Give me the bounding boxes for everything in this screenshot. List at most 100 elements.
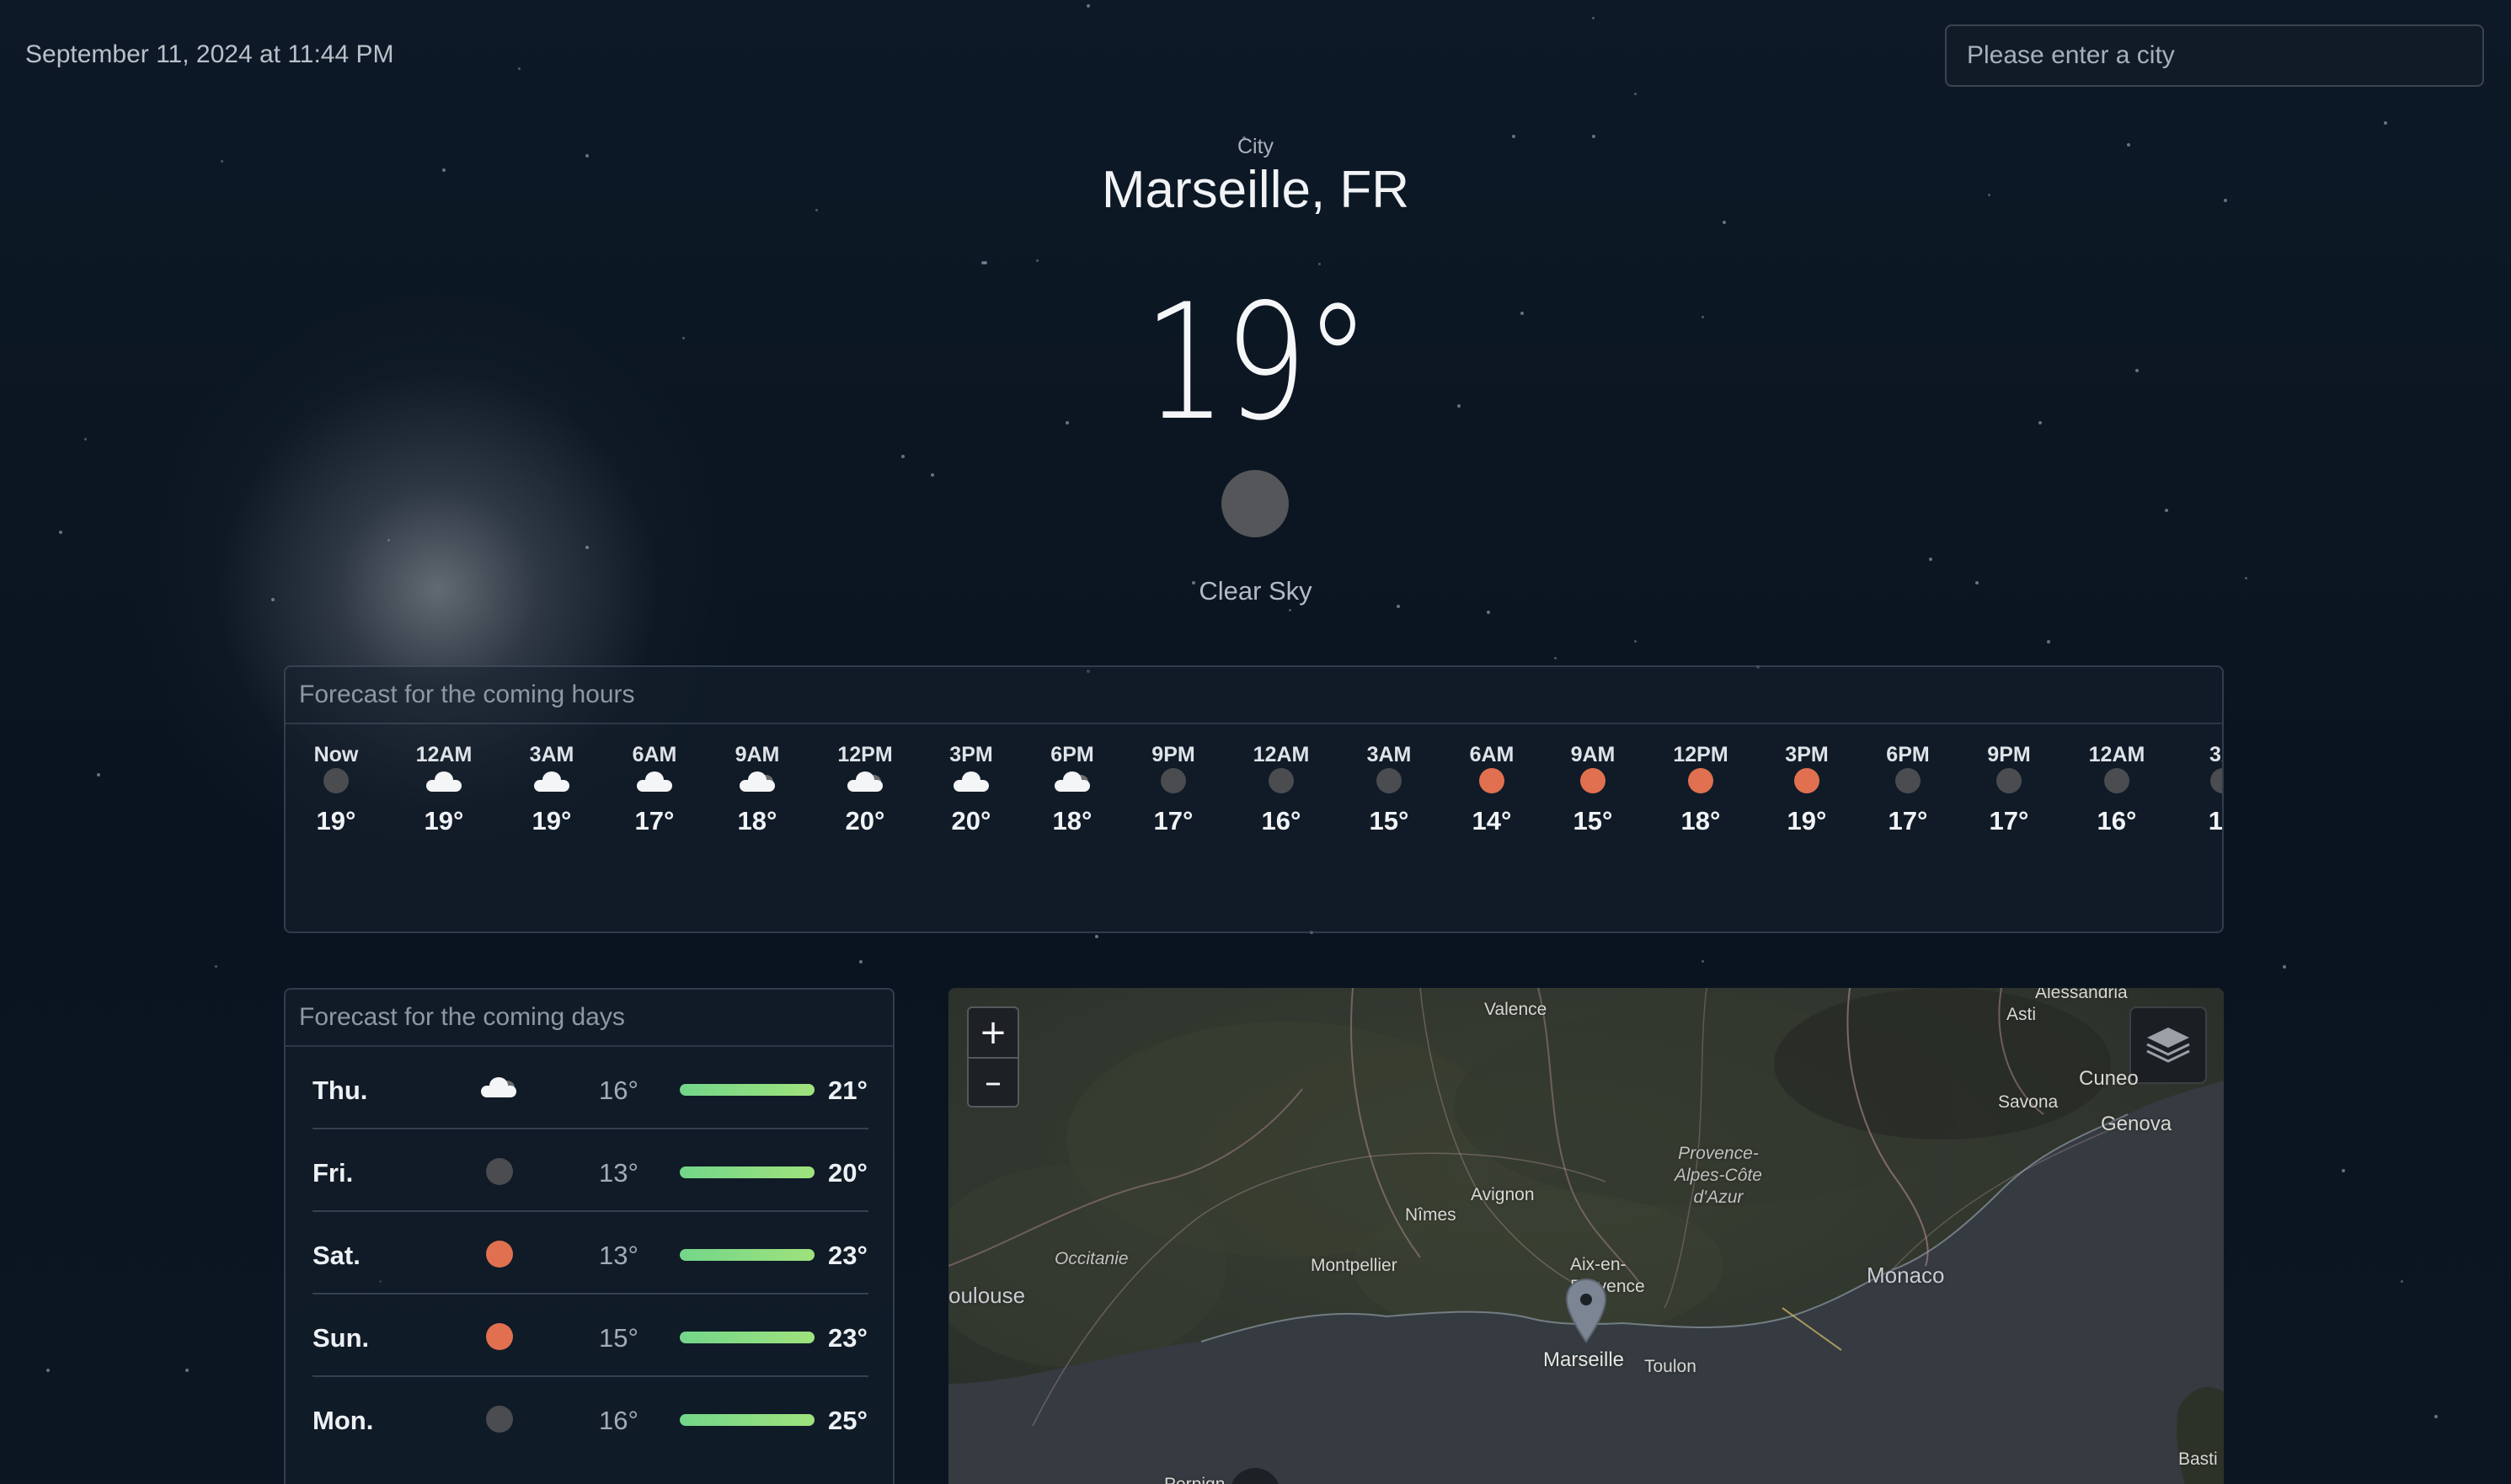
hourly-temp: 19°: [1787, 806, 1827, 835]
hourly-time: 6PM: [1050, 743, 1094, 766]
hourly-time: 3AM: [1366, 743, 1412, 766]
hourly-temp: 16°: [1261, 806, 1301, 835]
map-label-valence: Valence: [1484, 1000, 1547, 1019]
star: [46, 1369, 50, 1372]
hourly-temp: 14°: [1472, 806, 1512, 835]
hourly-time: 3PM: [1785, 743, 1829, 766]
star: [59, 531, 62, 534]
hourly-temp: 17°: [1989, 806, 2029, 835]
star: [215, 965, 217, 968]
star: [1592, 17, 1595, 19]
map-label-alessandria: Alessandria: [2035, 988, 2128, 1002]
hourly-time: 6AM: [1469, 743, 1515, 766]
moon-icon: [481, 1406, 515, 1433]
hourly-temp: 16°: [2097, 806, 2137, 835]
moon-icon: [1161, 768, 1186, 793]
zoom-out-button[interactable]: –: [969, 1057, 1018, 1106]
star: [518, 67, 521, 70]
star: [1487, 611, 1490, 614]
moon-icon: [1269, 768, 1294, 793]
cloud-icon: [740, 768, 775, 793]
day-name: Sun.: [313, 1323, 370, 1353]
star: [1702, 960, 1704, 963]
map-label-montpellier: Montpellier: [1311, 1256, 1397, 1275]
star: [1087, 4, 1090, 8]
daily-row: Fri. 13° 20°: [313, 1129, 868, 1212]
star: [2342, 1169, 2345, 1172]
day-name: Sat.: [313, 1241, 361, 1270]
map-label-cuneo: Cuneo: [2079, 1067, 2139, 1090]
star: [2165, 509, 2168, 512]
moon-icon: [323, 768, 349, 793]
temp-range-bar: [680, 1332, 815, 1343]
temp-range-bar: [680, 1084, 815, 1096]
hourly-time: 9PM: [1151, 743, 1195, 766]
star: [97, 773, 100, 777]
cloud-icon: [1055, 768, 1090, 793]
hourly-time: 9AM: [735, 743, 780, 766]
daily-row: Mon. 16° 25°: [313, 1377, 868, 1460]
daily-forecast-panel: Forecast for the coming days Thu. 16° 21° F…: [284, 988, 895, 1484]
marker-label: Marseille: [1543, 1348, 1625, 1371]
day-high-temp: 23°: [828, 1241, 868, 1270]
layers-button[interactable]: [2129, 1006, 2207, 1084]
cloud-icon: [426, 768, 462, 793]
map-label-provence: Provence- Alpes-Côte d'Azur: [1675, 1144, 1762, 1207]
star: [2401, 1280, 2403, 1283]
location-marker[interactable]: [1565, 1278, 1607, 1345]
sun-icon: [1479, 768, 1504, 793]
zoom-in-button[interactable]: +: [969, 1008, 1018, 1057]
zoom-control[interactable]: + –: [967, 1006, 1019, 1108]
star: [185, 1369, 189, 1372]
map-tiles[interactable]: [948, 988, 2224, 1484]
map-label-toulouse: oulouse: [948, 1283, 1026, 1308]
hourly-temp: 15°: [1369, 806, 1409, 835]
cloud-icon: [954, 768, 989, 793]
weather-map[interactable]: + – Valence Asti Alessandria Cuneo Savon…: [948, 988, 2224, 1484]
hourly-forecast-panel[interactable]: Forecast for the coming hours Now 19° 12AM…: [284, 665, 2224, 933]
temp-range-bar: [680, 1166, 815, 1178]
star: [585, 546, 589, 549]
day-high-temp: 21°: [828, 1076, 868, 1105]
map-label-asti: Asti: [2006, 1005, 2037, 1024]
day-high-temp: 25°: [828, 1406, 868, 1435]
star: [2434, 1415, 2438, 1418]
daily-row: Sat. 13° 23°: [313, 1212, 868, 1294]
star: [1554, 657, 1557, 659]
temp-range-bar: [680, 1414, 815, 1426]
hourly-temp: 17°: [1153, 806, 1194, 835]
daily-forecast-title: Forecast for the coming days: [286, 990, 893, 1047]
current-temperature: 19°: [1143, 270, 1370, 456]
hourly-forecast-title: Forecast for the coming hours: [286, 667, 2222, 724]
moon-icon: [481, 1158, 515, 1185]
hourly-time: 3PM: [949, 743, 993, 766]
star: [1634, 93, 1637, 95]
map-pin-icon: [1565, 1278, 1607, 1343]
moon-icon: [1895, 768, 1921, 793]
moon-icon: [1376, 768, 1402, 793]
hourly-temp: 19°: [316, 806, 356, 835]
star: [387, 539, 390, 542]
hourly-time: Now: [313, 743, 359, 766]
star: [2047, 640, 2050, 643]
temp-range-bar: [680, 1249, 815, 1261]
hourly-temp: 17°: [1888, 806, 1928, 835]
day-high-temp: 20°: [828, 1158, 868, 1188]
map-label-avignon: Avignon: [1471, 1185, 1535, 1204]
hourly-temp: 18°: [737, 806, 777, 835]
city-caption: City: [1237, 135, 1274, 158]
hourly-time: 9PM: [1987, 743, 2031, 766]
hourly-time: 9AM: [1570, 743, 1616, 766]
hourly-temp: 14: [2208, 806, 2223, 835]
star: [1634, 640, 1637, 643]
day-high-temp: 23°: [828, 1323, 868, 1353]
sun-icon: [1580, 768, 1605, 793]
star: [1095, 935, 1098, 938]
star: [84, 438, 87, 440]
star: [931, 473, 934, 477]
city-search-input[interactable]: [1945, 24, 2484, 87]
cloud-icon: [481, 1076, 516, 1102]
hourly-time: 12AM: [1253, 743, 1310, 766]
hourly-time: 3AM: [529, 743, 574, 766]
day-low-temp: 13°: [599, 1241, 638, 1270]
